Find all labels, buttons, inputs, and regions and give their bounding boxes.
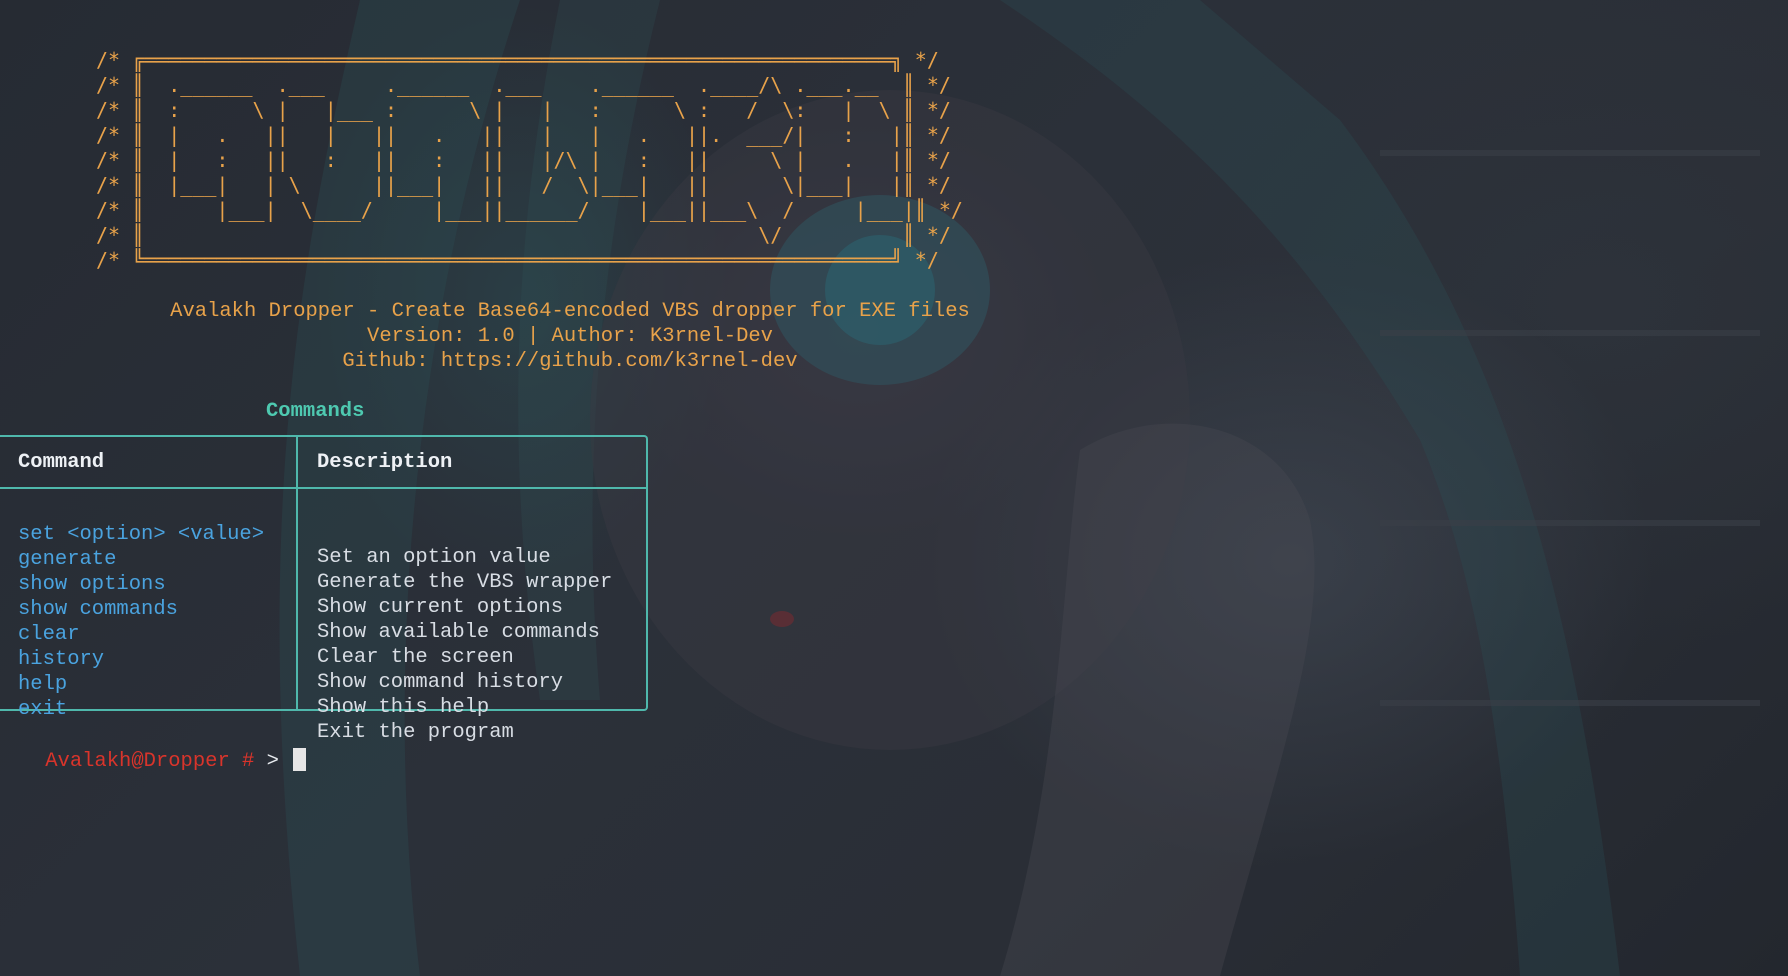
banner-line: /* ║ .______ .___ .______ .___ .______ .… (96, 73, 951, 97)
table-row: set <option> <value> Set an option value (0, 500, 646, 569)
table-body: set <option> <value> Set an option value… (0, 500, 646, 744)
banner-line: /* ║ | . || | || . || | | . ||. ___/| : … (96, 123, 951, 147)
table-row: show commands Show available commands (0, 575, 646, 644)
table-row: history Show command history (0, 625, 646, 694)
text-cursor[interactable] (293, 748, 307, 771)
column-header-command: Command (18, 451, 105, 474)
commands-title: Commands (266, 400, 365, 423)
banner-line: /* ╚════════════════════════════════════… (96, 248, 939, 272)
banner-line: /* ╔════════════════════════════════════… (96, 48, 939, 72)
tool-description: Avalakh Dropper - Create Base64-encoded … (170, 300, 970, 323)
banner-line: /* ║ |___| | \ ||___| || / \|___| || \|_… (96, 173, 951, 197)
command-prompt[interactable]: Avalakh@Dropper # > (0, 725, 307, 796)
prompt-user: Avalakh@Dropper # (45, 750, 255, 773)
table-header-divider (0, 487, 646, 489)
banner-line: /* ║ : \ | |___ : \ | | : \ : / \: | \ ║… (96, 98, 951, 122)
version-author: Version: 1.0 | Author: K3rnel-Dev (367, 325, 773, 348)
ascii-banner: /* ╔════════════════════════════════════… (96, 48, 963, 273)
table-row: show options Show current options (0, 550, 646, 619)
table-row: help Show this help (0, 650, 646, 719)
table-row: generate Generate the VBS wrapper (0, 525, 646, 594)
column-header-description: Description (317, 451, 453, 474)
table-row: clear Clear the screen (0, 600, 646, 669)
banner-line: /* ║ |___| \____/ |___||______/ |___||__… (96, 198, 963, 222)
banner-line: /* ║ \/ ║ */ (96, 223, 951, 247)
terminal-window: /* ╔════════════════════════════════════… (0, 0, 1788, 976)
prompt-symbol: > (266, 750, 279, 773)
commands-table: Command Description set <option> <value>… (0, 435, 648, 744)
github-link: Github: https://github.com/k3rnel-dev (342, 350, 798, 373)
command-description: Exit the program (317, 721, 514, 744)
table-row: exit Exit the program (0, 675, 646, 744)
banner-line: /* ║ | : || : || : || |/\ | : || \ | . |… (96, 148, 951, 172)
command-name: exit (18, 698, 68, 721)
